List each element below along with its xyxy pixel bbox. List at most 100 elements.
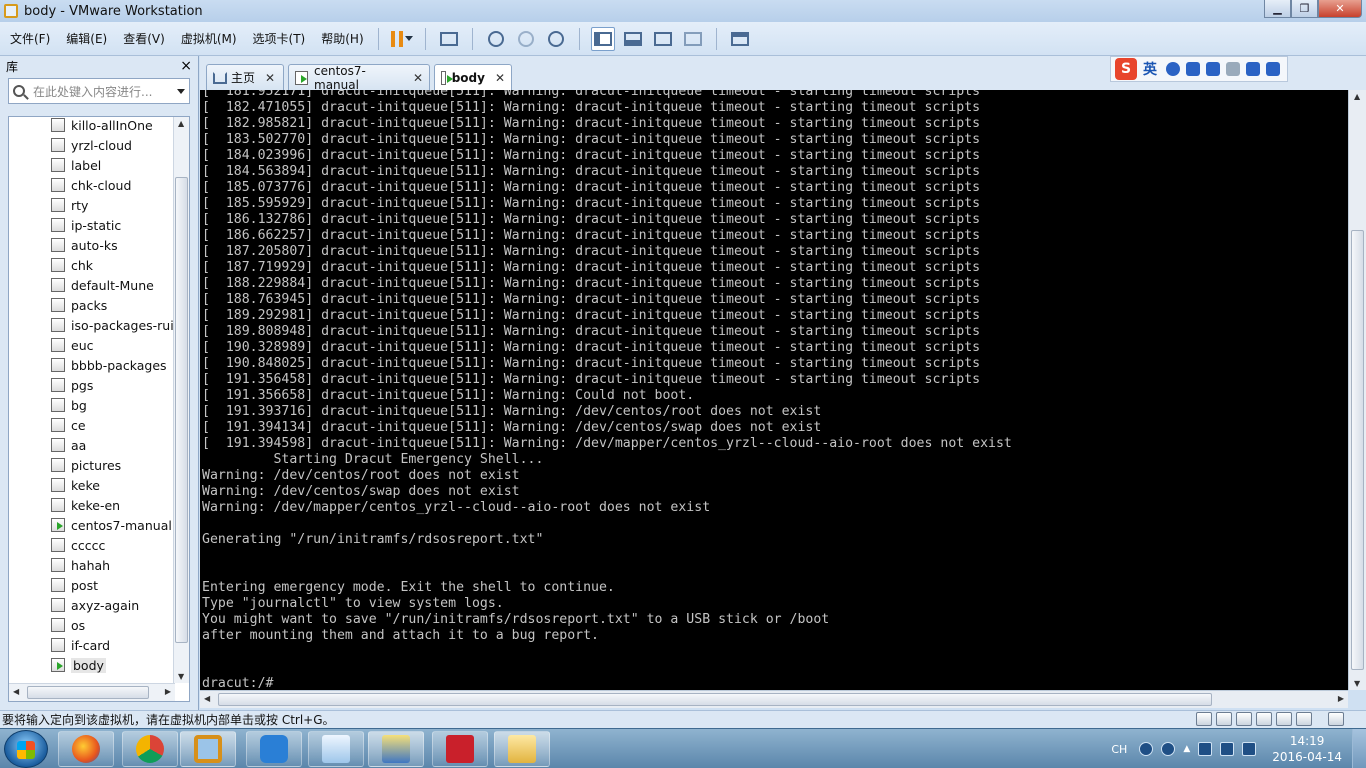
cd-rom-icon[interactable] bbox=[1216, 712, 1232, 726]
tab-body[interactable]: body ✕ bbox=[434, 64, 512, 90]
show-library-button[interactable] bbox=[590, 26, 615, 51]
sidebar-item-aa[interactable]: aa bbox=[9, 435, 181, 455]
taskbar-network[interactable] bbox=[368, 731, 424, 767]
sidebar-item-pgs[interactable]: pgs bbox=[9, 375, 181, 395]
show-desktop-button[interactable] bbox=[1352, 729, 1366, 768]
taskbar-vmware[interactable] bbox=[180, 731, 236, 767]
fullscreen-button[interactable] bbox=[651, 27, 675, 51]
scroll-up-icon[interactable]: ▲ bbox=[1354, 92, 1360, 101]
scroll-thumb[interactable] bbox=[27, 686, 149, 699]
menu-tabs[interactable]: 选项卡(T) bbox=[247, 30, 312, 47]
menu-file[interactable]: 文件(F) bbox=[4, 30, 56, 47]
scroll-right-icon[interactable]: ▶ bbox=[165, 687, 171, 696]
scroll-thumb[interactable] bbox=[175, 177, 188, 643]
minimize-button[interactable]: ▁ bbox=[1264, 0, 1291, 18]
tree-horizontal-scrollbar[interactable]: ◀ ▶ bbox=[9, 683, 175, 701]
wrench-icon[interactable] bbox=[1266, 62, 1280, 76]
usb-icon[interactable] bbox=[1256, 712, 1272, 726]
moon-icon[interactable] bbox=[1166, 62, 1180, 76]
scroll-down-icon[interactable]: ▼ bbox=[178, 672, 184, 681]
taskbar-pdf-reader[interactable] bbox=[432, 731, 488, 767]
help-icon[interactable] bbox=[1161, 742, 1176, 756]
printer-icon[interactable] bbox=[1276, 712, 1292, 726]
display-icon[interactable] bbox=[1296, 712, 1312, 726]
send-ctrl-alt-del-button[interactable] bbox=[437, 27, 461, 51]
console-vertical-scrollbar[interactable]: ▲ ▼ bbox=[1348, 90, 1366, 690]
sidebar-item-label[interactable]: label bbox=[9, 155, 181, 175]
unity-button[interactable] bbox=[681, 27, 705, 51]
keyboard-icon[interactable] bbox=[1206, 62, 1220, 76]
sidebar-item-chk-cloud[interactable]: chk-cloud bbox=[9, 175, 181, 195]
sidebar-item-centos7-manual[interactable]: centos7-manual bbox=[9, 515, 181, 535]
sidebar-item-killo-allinone[interactable]: killo-allInOne bbox=[9, 117, 181, 135]
start-button[interactable] bbox=[4, 730, 48, 768]
sidebar-item-packs[interactable]: packs bbox=[9, 295, 181, 315]
ime-language[interactable]: 英 bbox=[1143, 59, 1157, 79]
scroll-left-icon[interactable]: ◀ bbox=[204, 694, 210, 703]
network-status-icon[interactable] bbox=[1220, 742, 1235, 756]
close-icon[interactable]: ✕ bbox=[265, 71, 275, 85]
punctuation-icon[interactable] bbox=[1186, 62, 1200, 76]
taskbar-explorer[interactable] bbox=[494, 731, 550, 767]
tab-centos7-manual[interactable]: centos7-manual ✕ bbox=[288, 64, 430, 92]
sogou-logo[interactable]: S bbox=[1115, 58, 1137, 80]
taskbar-notepad[interactable] bbox=[308, 731, 364, 767]
taskbar-chrome[interactable] bbox=[122, 731, 178, 767]
input-language[interactable]: CH bbox=[1111, 743, 1127, 756]
sidebar-item-rty[interactable]: rty bbox=[9, 195, 181, 215]
revert-snapshot-button[interactable] bbox=[514, 27, 538, 51]
sidebar-item-axyz-again[interactable]: axyz-again bbox=[9, 595, 181, 615]
sidebar-item-iso-packages-ruiy[interactable]: iso-packages-ruiy bbox=[9, 315, 181, 335]
chevron-up-icon[interactable]: ▲ bbox=[1183, 744, 1190, 754]
sidebar-item-chk[interactable]: chk bbox=[9, 255, 181, 275]
menu-view[interactable]: 查看(V) bbox=[117, 30, 171, 47]
scroll-left-icon[interactable]: ◀ bbox=[13, 687, 19, 696]
snapshot-manager-button[interactable] bbox=[544, 27, 568, 51]
close-icon[interactable]: ✕ bbox=[495, 71, 505, 85]
thumbnail-bar-button[interactable] bbox=[621, 27, 645, 51]
vm-tree[interactable]: killo-allInOne yrzl-cloud label chk-cloud rt… bbox=[8, 116, 190, 702]
network-adapter-icon[interactable] bbox=[1236, 712, 1252, 726]
scroll-up-icon[interactable]: ▲ bbox=[178, 119, 184, 128]
sidebar-item-ip-static[interactable]: ip-static bbox=[9, 215, 181, 235]
console-horizontal-scrollbar[interactable]: ◀ ▶ bbox=[200, 690, 1348, 708]
maximize-button[interactable]: ❐ bbox=[1291, 0, 1318, 18]
menu-edit[interactable]: 编辑(E) bbox=[60, 30, 113, 47]
ime-tray-icon[interactable] bbox=[1139, 742, 1154, 756]
clock[interactable]: 14:19 2016-04-14 bbox=[1272, 733, 1342, 765]
sidebar-item-if-card[interactable]: if-card bbox=[9, 635, 181, 655]
library-close-button[interactable]: × bbox=[180, 58, 192, 74]
sidebar-item-post[interactable]: post bbox=[9, 575, 181, 595]
library-search-input[interactable]: 在此处键入内容进行... bbox=[8, 78, 190, 104]
scroll-down-icon[interactable]: ▼ bbox=[1354, 679, 1360, 688]
chevron-down-icon[interactable] bbox=[177, 88, 185, 94]
sidebar-item-default-mune[interactable]: default-Mune bbox=[9, 275, 181, 295]
user-icon[interactable] bbox=[1226, 62, 1240, 76]
sidebar-item-bg[interactable]: bg bbox=[9, 395, 181, 415]
sidebar-item-auto-ks[interactable]: auto-ks bbox=[9, 235, 181, 255]
scroll-right-icon[interactable]: ▶ bbox=[1338, 694, 1344, 703]
sidebar-item-pictures[interactable]: pictures bbox=[9, 455, 181, 475]
shirt-icon[interactable] bbox=[1246, 62, 1260, 76]
sidebar-item-os[interactable]: os bbox=[9, 615, 181, 635]
take-snapshot-button[interactable] bbox=[484, 27, 508, 51]
close-icon[interactable]: ✕ bbox=[413, 71, 423, 85]
hard-disk-icon[interactable] bbox=[1196, 712, 1212, 726]
sidebar-item-ce[interactable]: ce bbox=[9, 415, 181, 435]
sidebar-item-ccccc[interactable]: ccccc bbox=[9, 535, 181, 555]
sidebar-item-keke[interactable]: keke bbox=[9, 475, 181, 495]
vm-console[interactable]: [ 181.952171] dracut-initqueue[511]: War… bbox=[200, 90, 1348, 690]
taskbar-firefox[interactable] bbox=[58, 731, 114, 767]
menu-vm[interactable]: 虚拟机(M) bbox=[175, 30, 243, 47]
sidebar-item-bbbb-packages[interactable]: bbbb-packages bbox=[9, 355, 181, 375]
menu-help[interactable]: 帮助(H) bbox=[315, 30, 369, 47]
tree-vertical-scrollbar[interactable]: ▲ ▼ bbox=[173, 117, 189, 683]
sidebar-item-euc[interactable]: euc bbox=[9, 335, 181, 355]
flag-icon[interactable] bbox=[1198, 742, 1213, 756]
scroll-thumb[interactable] bbox=[218, 693, 1212, 706]
volume-muted-icon[interactable] bbox=[1242, 742, 1257, 756]
sidebar-item-hahah[interactable]: hahah bbox=[9, 555, 181, 575]
message-log-icon[interactable] bbox=[1328, 712, 1344, 726]
close-button[interactable]: ✕ bbox=[1318, 0, 1362, 18]
scroll-thumb[interactable] bbox=[1351, 230, 1364, 670]
